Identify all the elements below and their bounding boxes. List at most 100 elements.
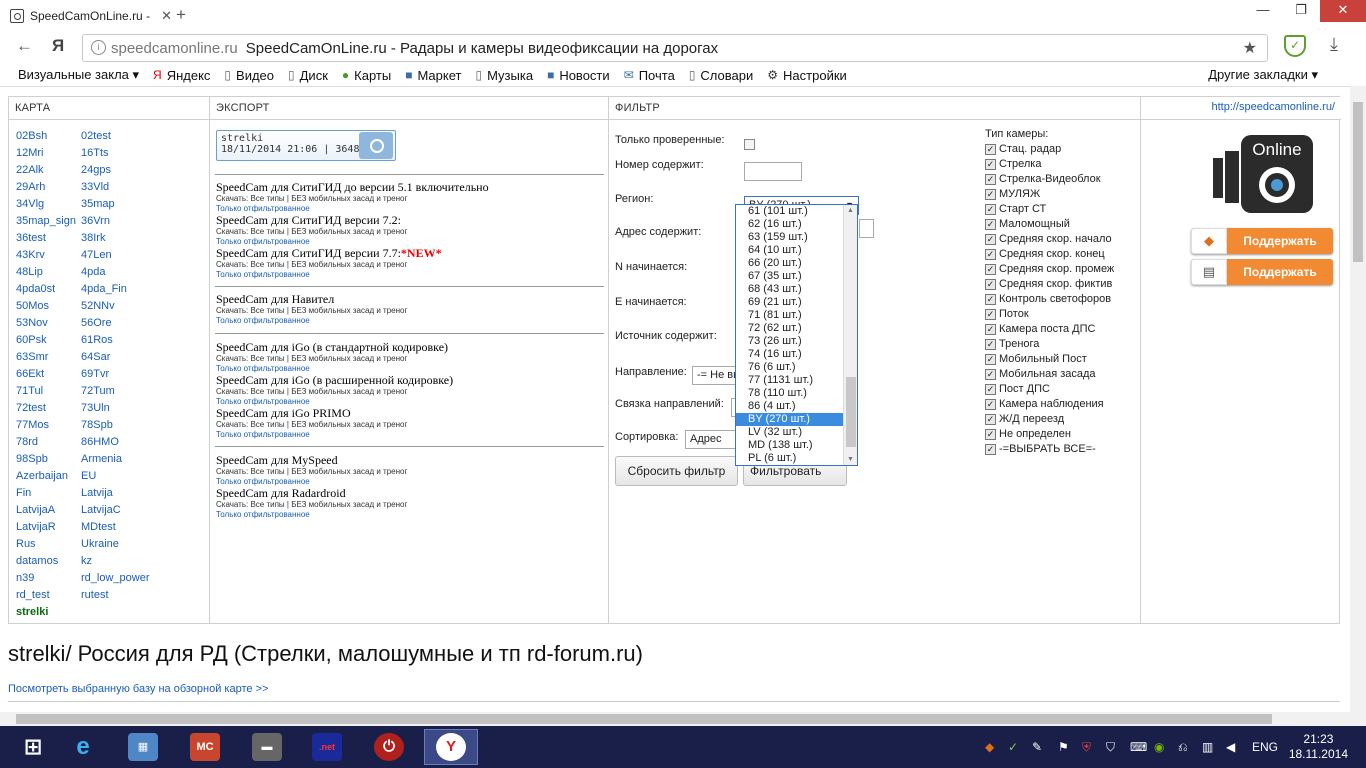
region-option[interactable]: 71 (81 шт.) [736, 309, 857, 322]
camera-type-checkbox[interactable]: ✓ [985, 324, 996, 335]
map-link[interactable]: Fin [16, 485, 76, 502]
camera-type-item[interactable]: ✓ Средняя скор. промеж [985, 262, 1114, 277]
region-option[interactable]: PL (6 шт.) [736, 452, 857, 465]
map-link[interactable]: 71Tul [16, 383, 76, 400]
camera-type-item[interactable]: ✓ Пост ДПС [985, 382, 1114, 397]
camera-type-checkbox[interactable]: ✓ [985, 144, 996, 155]
map-link[interactable]: 52NNv [81, 298, 149, 315]
page-horizontal-scrollbar[interactable] [0, 712, 1366, 726]
taskbar-yandex-browser[interactable]: Y [424, 729, 478, 765]
map-link[interactable]: 72Tum [81, 383, 149, 400]
region-option[interactable]: 66 (20 шт.) [736, 257, 857, 270]
map-link[interactable]: rd_test [16, 587, 76, 604]
map-link-current[interactable]: strelki [16, 604, 76, 621]
map-link[interactable]: 22Alk [16, 162, 76, 179]
downloads-icon[interactable]: ⤓ [1330, 34, 1338, 55]
export-title-text[interactable]: SpeedCam для Radardroid [216, 486, 346, 500]
map-link[interactable]: 38Irk [81, 230, 149, 247]
map-link[interactable]: 66Ekt [16, 366, 76, 383]
window-close-icon[interactable]: ✕ [1320, 0, 1366, 22]
map-link[interactable]: MDtest [81, 519, 149, 536]
map-link[interactable]: Armenia [81, 451, 149, 468]
tray-flag-icon[interactable]: ⚑ [1058, 740, 1069, 754]
map-link[interactable]: rutest [81, 587, 149, 604]
scroll-thumb[interactable] [16, 714, 1272, 724]
map-link[interactable]: 12Mri [16, 145, 76, 162]
camera-type-item[interactable]: ✓ Тренога [985, 337, 1114, 352]
camera-type-checkbox[interactable]: ✓ [985, 174, 996, 185]
tab-close-icon[interactable]: ✕ [161, 8, 172, 24]
map-link[interactable]: Latvija [81, 485, 149, 502]
tray-network-icon[interactable]: ▥ [1202, 740, 1213, 754]
camera-type-checkbox[interactable]: ✓ [985, 429, 996, 440]
camera-type-checkbox[interactable]: ✓ [985, 354, 996, 365]
map-link[interactable]: 61Ros [81, 332, 149, 349]
export-item-title[interactable]: SpeedCam для iGo (в расширенной кодировк… [216, 373, 606, 387]
export-title-text[interactable]: SpeedCam для СитиГИД до версии 5.1 включ… [216, 180, 489, 194]
taskbar-chip-app[interactable]: ▬ [240, 729, 294, 765]
export-title-text[interactable]: SpeedCam для iGo (в стандартной кодировк… [216, 340, 448, 354]
map-link[interactable]: 50Mos [16, 298, 76, 315]
map-link[interactable]: Ukraine [81, 536, 149, 553]
bookmark-market[interactable]: ■ Маркет [405, 68, 461, 83]
region-option[interactable]: 74 (16 шт.) [736, 348, 857, 361]
export-title-text[interactable]: SpeedCam для СитиГИД версии 7.7: [216, 246, 401, 260]
camera-type-checkbox[interactable]: ✓ [985, 339, 996, 350]
camera-type-item[interactable]: ✓ Стрелка-Видеоблок [985, 172, 1114, 187]
tray-keyboard-icon[interactable]: ⌨ [1130, 740, 1147, 754]
bookmark-settings[interactable]: ⚙ Настройки [767, 68, 847, 83]
bookmark-visual[interactable]: Визуальные закла ▾ [18, 67, 139, 83]
export-item-title[interactable]: SpeedCam для Radardroid [216, 486, 606, 500]
map-link[interactable]: 48Lip [16, 264, 76, 281]
map-link[interactable]: 33Vld [81, 179, 149, 196]
export-title-text[interactable]: SpeedCam для Навител [216, 292, 334, 306]
camera-type-checkbox[interactable]: ✓ [985, 189, 996, 200]
region-option[interactable]: 63 (159 шт.) [736, 231, 857, 244]
download-links[interactable]: Скачать: Все типы | БЕЗ мобильных засад … [216, 420, 606, 430]
export-item-title[interactable]: SpeedCam для iGo (в стандартной кодировк… [216, 340, 606, 354]
camera-type-item[interactable]: ✓ Камера наблюдения [985, 397, 1114, 412]
scroll-thumb[interactable] [1353, 102, 1363, 262]
map-link[interactable]: 72test [16, 400, 76, 417]
region-option[interactable]: 69 (21 шт.) [736, 296, 857, 309]
bookmark-video[interactable]: ▯ Видео [224, 68, 274, 83]
tray-shield-icon[interactable]: ⛉ [1106, 740, 1115, 755]
address-contains-input[interactable] [859, 219, 874, 238]
map-link[interactable]: 78Spb [81, 417, 149, 434]
dropdown-scroll-thumb[interactable] [846, 377, 856, 447]
camera-type-item[interactable]: ✓ Мобильный Пост [985, 352, 1114, 367]
camera-type-checkbox[interactable]: ✓ [985, 219, 996, 230]
map-link[interactable]: 35map [81, 196, 149, 213]
download-links[interactable]: Скачать: Все типы | БЕЗ мобильных засад … [216, 467, 606, 477]
browser-tab[interactable]: SpeedCamOnLine.ru - ✕ [4, 4, 172, 28]
map-link[interactable]: 69Tvr [81, 366, 149, 383]
bookmark-maps[interactable]: ● Карты [342, 68, 391, 83]
region-option[interactable]: 62 (16 шт.) [736, 218, 857, 231]
map-link[interactable]: 36test [16, 230, 76, 247]
camera-type-item[interactable]: ✓ Камера поста ДПС [985, 322, 1114, 337]
taskbar-power-app[interactable]: ⏻ [362, 729, 416, 765]
bookmark-dictionaries[interactable]: ▯ Словари [689, 68, 753, 83]
view-on-map-link[interactable]: Посмотреть выбранную базу на обзорной ка… [8, 683, 268, 695]
region-option[interactable]: 67 (35 шт.) [736, 270, 857, 283]
support-button-2[interactable]: ▤ Поддержать [1191, 259, 1333, 285]
map-link[interactable]: n39 [16, 570, 76, 587]
export-title-text[interactable]: SpeedCam для СитиГИД версии 7.2: [216, 213, 401, 227]
camera-type-checkbox[interactable]: ✓ [985, 444, 996, 455]
map-link[interactable]: Azerbaijan [16, 468, 76, 485]
scroll-up-icon[interactable]: ▲ [847, 207, 854, 214]
minimize-icon[interactable]: — [1244, 0, 1282, 22]
number-contains-input[interactable] [744, 162, 802, 181]
region-option[interactable]: MD (138 шт.) [736, 439, 857, 452]
map-link[interactable]: 60Psk [16, 332, 76, 349]
export-title-text[interactable]: SpeedCam для iGo (в расширенной кодировк… [216, 373, 453, 387]
camera-type-item[interactable]: ✓ Маломощный [985, 217, 1114, 232]
export-item-title[interactable]: SpeedCam для Навител [216, 292, 606, 306]
map-link[interactable]: 63Smr [16, 349, 76, 366]
filtered-only-link[interactable]: Только отфильтрованное [216, 270, 606, 280]
address-input[interactable]: i speedcamonline.ru SpeedCamOnLine.ru - … [82, 34, 1268, 62]
camera-type-item[interactable]: ✓ Средняя скор. начало [985, 232, 1114, 247]
map-link[interactable]: 02Bsh [16, 128, 76, 145]
bookmark-music[interactable]: ▯ Музыка [475, 68, 533, 83]
download-links[interactable]: Скачать: Все типы | БЕЗ мобильных засад … [216, 354, 606, 364]
